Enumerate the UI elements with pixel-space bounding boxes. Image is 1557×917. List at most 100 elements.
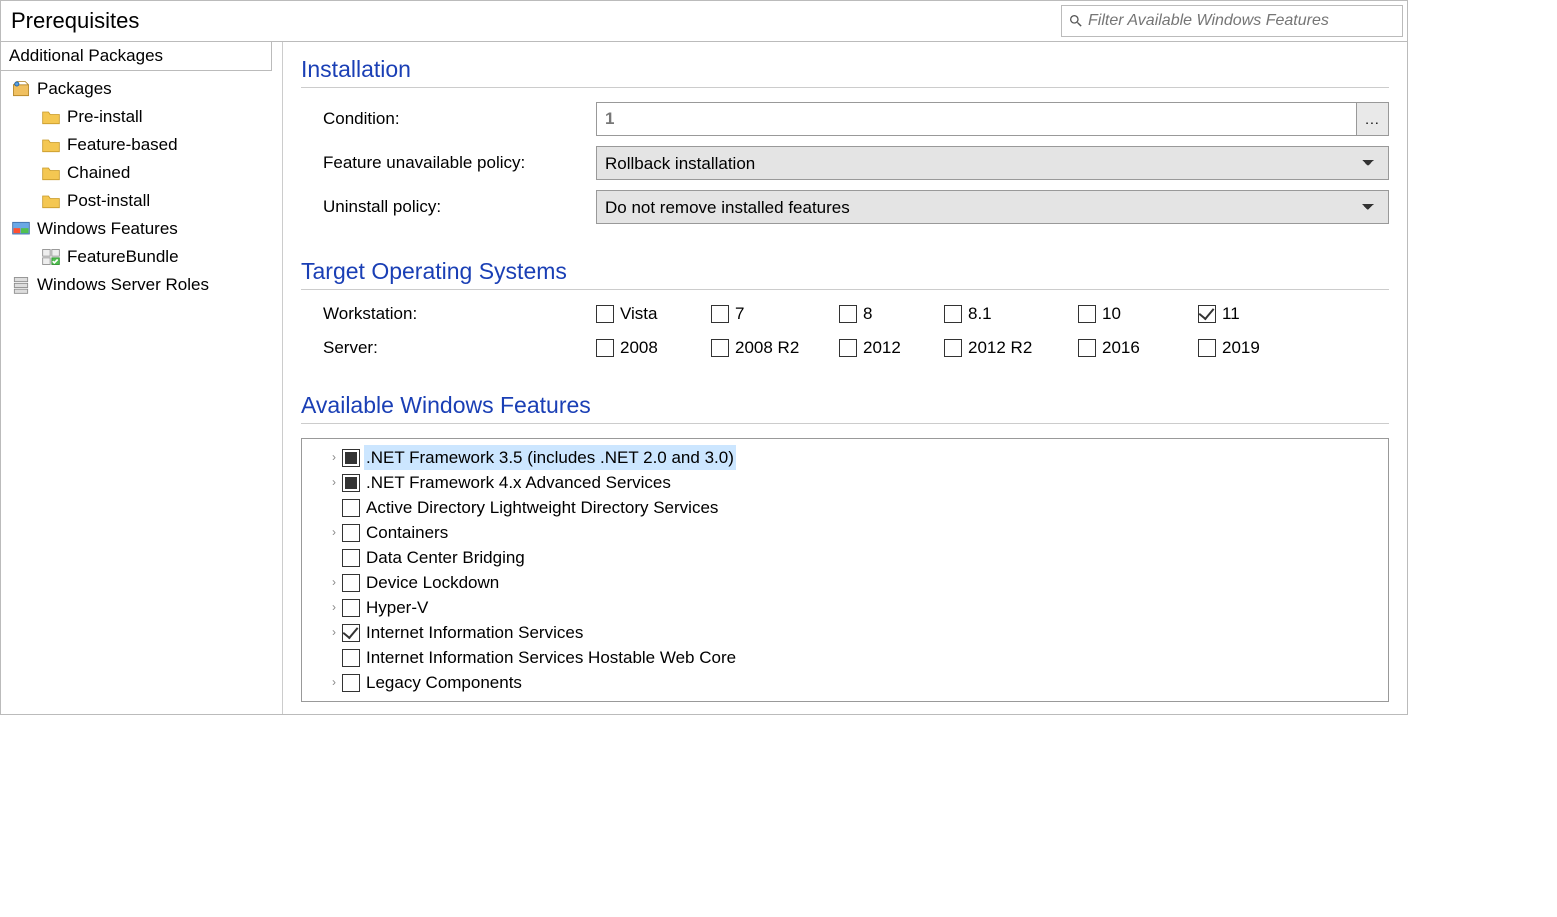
- feature-item[interactable]: Data Center Bridging: [328, 545, 1370, 570]
- condition-input[interactable]: [596, 102, 1357, 136]
- checkbox-box[interactable]: [711, 305, 729, 323]
- feature-checkbox[interactable]: [342, 599, 360, 617]
- feature-item[interactable]: Internet Information Services Hostable W…: [328, 645, 1370, 670]
- workstation-checkbox-10[interactable]: 10: [1078, 304, 1198, 324]
- server-checkbox-2012-r2[interactable]: 2012 R2: [944, 338, 1078, 358]
- sidebar: Additional Packages PackagesPre-installF…: [1, 42, 283, 714]
- expand-caret-icon[interactable]: ›: [328, 445, 340, 470]
- feature-label: Hyper-V: [364, 595, 430, 620]
- feature-item[interactable]: ›Containers: [328, 520, 1370, 545]
- body: Additional Packages PackagesPre-installF…: [1, 42, 1407, 714]
- checkbox-box[interactable]: [1198, 339, 1216, 357]
- server-checkbox-2019[interactable]: 2019: [1198, 338, 1278, 358]
- search-input-container[interactable]: [1061, 5, 1403, 37]
- checkbox-box[interactable]: [596, 305, 614, 323]
- row-feature-unavailable-policy: Feature unavailable policy: Rollback ins…: [301, 146, 1389, 180]
- checkbox-box[interactable]: [711, 339, 729, 357]
- feature-checkbox[interactable]: [342, 674, 360, 692]
- feature-item[interactable]: ›.NET Framework 3.5 (includes .NET 2.0 a…: [328, 445, 1370, 470]
- feature-checkbox[interactable]: [342, 624, 360, 642]
- bundle-icon: [41, 247, 61, 267]
- sidebar-item-packages[interactable]: Packages: [7, 75, 280, 103]
- feature-checkbox[interactable]: [342, 649, 360, 667]
- checkbox-label: 8.1: [968, 304, 992, 324]
- sidebar-item-pre-install[interactable]: Pre-install: [7, 103, 280, 131]
- checkbox-box[interactable]: [1198, 305, 1216, 323]
- uninstall-select[interactable]: Do not remove installed features: [596, 190, 1389, 224]
- feature-checkbox[interactable]: [342, 524, 360, 542]
- separator: [301, 87, 1389, 88]
- workstation-label: Workstation:: [301, 304, 596, 324]
- sidebar-item-label: Feature-based: [67, 132, 178, 158]
- sidebar-item-windows-server-roles[interactable]: Windows Server Roles: [7, 271, 280, 299]
- checkbox-box[interactable]: [839, 305, 857, 323]
- row-condition: Condition: ...: [301, 102, 1389, 136]
- workstation-checkbox-8.1[interactable]: 8.1: [944, 304, 1078, 324]
- checkbox-box[interactable]: [596, 339, 614, 357]
- feature-label: .NET Framework 4.x Advanced Services: [364, 470, 673, 495]
- folder-icon: [41, 191, 61, 211]
- policy-select[interactable]: Rollback installation: [596, 146, 1389, 180]
- workstation-checkbox-7[interactable]: 7: [711, 304, 839, 324]
- workstation-checks: Vista 7 8 8.1 10 11: [596, 304, 1389, 324]
- sidebar-item-feature-based[interactable]: Feature-based: [7, 131, 280, 159]
- checkbox-label: 2019: [1222, 338, 1260, 358]
- sidebar-tree: PackagesPre-installFeature-basedChainedP…: [1, 71, 282, 299]
- expand-caret-icon[interactable]: ›: [328, 570, 340, 595]
- folder-icon: [41, 135, 61, 155]
- feature-item[interactable]: › .NET Framework 4.x Advanced Services: [328, 470, 1370, 495]
- sidebar-item-chained[interactable]: Chained: [7, 159, 280, 187]
- checkbox-label: 11: [1222, 304, 1240, 324]
- workstation-checkbox-vista[interactable]: Vista: [596, 304, 711, 324]
- server-checkbox-2016[interactable]: 2016: [1078, 338, 1198, 358]
- feature-item[interactable]: ›Legacy Components: [328, 670, 1370, 695]
- sidebar-item-post-install[interactable]: Post-install: [7, 187, 280, 215]
- policy-label: Feature unavailable policy:: [301, 153, 596, 173]
- checkbox-box[interactable]: [1078, 305, 1096, 323]
- feature-tree: ›.NET Framework 3.5 (includes .NET 2.0 a…: [301, 438, 1389, 702]
- checkbox-label: 2008 R2: [735, 338, 799, 358]
- feature-item[interactable]: Active Directory Lightweight Directory S…: [328, 495, 1370, 520]
- winfeat-icon: [11, 219, 31, 239]
- feature-checkbox[interactable]: [342, 449, 360, 467]
- feature-checkbox[interactable]: [342, 549, 360, 567]
- os-workstation-row: Workstation: Vista 7 8 8.1 10 11: [301, 304, 1389, 324]
- checkbox-label: 7: [735, 304, 744, 324]
- checkbox-label: 2016: [1102, 338, 1140, 358]
- workstation-checkbox-8[interactable]: 8: [839, 304, 944, 324]
- feature-checkbox[interactable]: [342, 574, 360, 592]
- main: Installation Condition: ... Feature unav…: [283, 42, 1407, 714]
- feature-checkbox[interactable]: [342, 499, 360, 517]
- checkbox-box[interactable]: [839, 339, 857, 357]
- sidebar-item-label: Post-install: [67, 188, 150, 214]
- workstation-checkbox-11[interactable]: 11: [1198, 304, 1278, 324]
- server-label: Server:: [301, 338, 596, 358]
- server-checkbox-2008[interactable]: 2008: [596, 338, 711, 358]
- feature-item[interactable]: › Internet Information Services: [328, 620, 1370, 645]
- feature-item[interactable]: › Hyper-V: [328, 595, 1370, 620]
- expand-caret-icon[interactable]: ›: [328, 620, 340, 645]
- sidebar-item-windows-features[interactable]: Windows Features: [7, 215, 280, 243]
- checkbox-box[interactable]: [1078, 339, 1096, 357]
- condition-browse-button[interactable]: ...: [1357, 102, 1389, 136]
- expand-caret-icon[interactable]: ›: [328, 595, 340, 620]
- checkbox-box[interactable]: [944, 339, 962, 357]
- feature-checkbox[interactable]: [342, 474, 360, 492]
- expand-caret-icon[interactable]: ›: [328, 520, 340, 545]
- feature-label: Internet Information Services: [364, 620, 585, 645]
- sidebar-tab-additional-packages[interactable]: Additional Packages: [1, 41, 272, 71]
- search-input[interactable]: [1088, 12, 1396, 30]
- checkbox-label: 2012: [863, 338, 901, 358]
- server-checkbox-2008-r2[interactable]: 2008 R2: [711, 338, 839, 358]
- server-checkbox-2012[interactable]: 2012: [839, 338, 944, 358]
- checkbox-box[interactable]: [944, 305, 962, 323]
- feature-item[interactable]: ›Device Lockdown: [328, 570, 1370, 595]
- feature-label: Data Center Bridging: [364, 545, 527, 570]
- expand-caret-icon[interactable]: ›: [328, 470, 340, 495]
- expand-caret-icon[interactable]: ›: [328, 670, 340, 695]
- sidebar-item-label: FeatureBundle: [67, 244, 179, 270]
- sidebar-item-featurebundle[interactable]: FeatureBundle: [7, 243, 280, 271]
- checkbox-label: Vista: [620, 304, 658, 324]
- condition-label: Condition:: [301, 109, 596, 129]
- checkbox-label: 10: [1102, 304, 1121, 324]
